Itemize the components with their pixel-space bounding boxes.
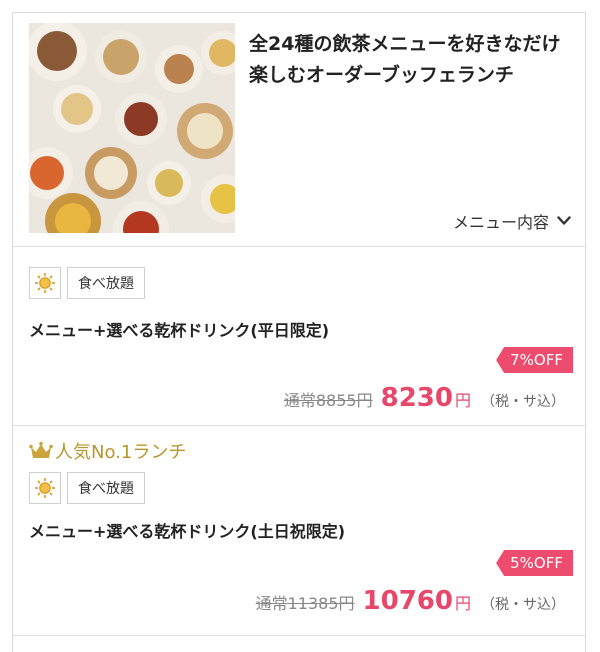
sale-price: 8230 xyxy=(380,383,453,413)
popular-rank-label: 人気No.1ランチ xyxy=(29,438,186,464)
tax-note: （税・サ込） xyxy=(481,597,565,613)
menu-details-toggle[interactable]: メニュー内容 xyxy=(453,209,571,233)
regular-label: 通常 xyxy=(255,594,288,613)
tax-note: （税・サ込） xyxy=(481,394,565,410)
dim-sum-photo[interactable] xyxy=(29,23,235,233)
sale-price: 10760 xyxy=(362,586,453,616)
plan-tags: 食べ放題 xyxy=(29,267,145,299)
rank-text: 人気No.1ランチ xyxy=(55,442,187,463)
course-card: 全24種の飲茶メニューを好きなだけ 楽しむオーダーブッフェランチ メニュー内容 xyxy=(12,12,586,652)
chevron-down-icon xyxy=(557,216,571,225)
plan-tags: 食べ放題 xyxy=(29,472,145,504)
course-header: 全24種の飲茶メニューを好きなだけ 楽しむオーダーブッフェランチ メニュー内容 xyxy=(13,13,585,247)
crown-icon xyxy=(29,441,53,458)
yen-unit: 円 xyxy=(454,594,471,613)
discount-badge: 7%OFF xyxy=(496,347,573,373)
sun-icon xyxy=(29,472,61,504)
plan-weekday[interactable]: 食べ放題 メニュー+選べる乾杯ドリンク(平日限定) 7%OFF 通常8855円 … xyxy=(13,247,585,426)
course-title: 全24種の飲茶メニューを好きなだけ 楽しむオーダーブッフェランチ xyxy=(249,29,577,91)
regular-price: 通常11385円 xyxy=(256,590,355,614)
plan-name: メニュー+選べる乾杯ドリンク(土日祝限定) xyxy=(29,522,346,541)
course-title-line-2: 楽しむオーダーブッフェランチ xyxy=(249,64,514,86)
all-you-can-eat-tag: 食べ放題 xyxy=(67,267,145,299)
sun-icon xyxy=(29,267,61,299)
yen-unit: 円 xyxy=(454,391,471,410)
regular-price-value: 8855円 xyxy=(315,391,373,410)
regular-label: 通常 xyxy=(283,391,316,410)
discount-badge: 5%OFF xyxy=(496,550,573,576)
plan-weekend[interactable]: 人気No.1ランチ 食べ放題 メニュー+選べる乾杯ドリンク(土日祝限定) 5%O… xyxy=(13,426,585,636)
course-title-line-1: 全24種の飲茶メニューを好きなだけ xyxy=(249,33,561,55)
all-you-can-eat-tag: 食べ放題 xyxy=(67,472,145,504)
plan-name: メニュー+選べる乾杯ドリンク(平日限定) xyxy=(29,321,330,340)
menu-details-label: メニュー内容 xyxy=(452,213,549,232)
regular-price-value: 11385円 xyxy=(287,594,355,613)
price-row: 通常8855円 8230 円 （税・サ込） xyxy=(284,383,565,413)
price-row: 通常11385円 10760 円 （税・サ込） xyxy=(256,586,565,616)
regular-price: 通常8855円 xyxy=(284,387,373,411)
